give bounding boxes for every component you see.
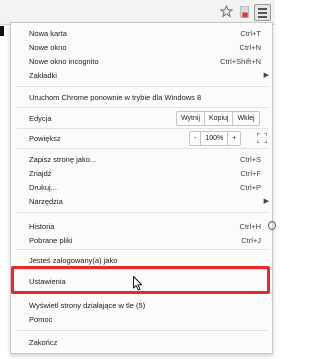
menu-item-relaunch-windows8[interactable]: Uruchom Chrome ponownie w trybie dla Win… [11, 90, 274, 104]
menu-item-print[interactable]: Drukuj... Ctrl+P [11, 180, 274, 194]
menu-item-label: Uruchom Chrome ponownie w trybie dla Win… [29, 92, 202, 102]
menu-item-shortcut: Ctrl+Shift+N [220, 56, 261, 66]
menu-item-label: Znajdź [29, 168, 52, 178]
zoom-in-button[interactable]: + [227, 132, 240, 145]
menu-item-label: Pomoc [29, 314, 53, 324]
menu-item-bookmarks[interactable]: Zakładki ▶ [11, 68, 274, 82]
zoom-control: - 100% + [189, 131, 242, 146]
menu-item-history[interactable]: Historia Ctrl+H [11, 219, 274, 233]
copy-button[interactable]: Kopiuj [204, 112, 232, 125]
menu-item-label: Jesteś zalogowany(a) jako [29, 255, 118, 265]
cut-button[interactable]: Wytnij [177, 112, 204, 125]
menu-item-signed-in-as: Jesteś zalogowany(a) jako [11, 253, 274, 267]
menu-item-new-incognito-window[interactable]: Nowe okno incognito Ctrl+Shift+N [11, 54, 274, 68]
mouse-cursor-icon [133, 276, 143, 293]
menu-item-label: Zakładki [29, 70, 57, 80]
menu-item-shortcut: Ctrl+T [240, 28, 261, 38]
menu-separator [17, 249, 269, 250]
menu-item-shortcut: Ctrl+F [240, 168, 261, 178]
page-edge [0, 26, 4, 36]
menu-item-label: Drukuj... [29, 182, 57, 192]
menu-item-shortcut: Ctrl+P [239, 182, 261, 192]
menu-separator [17, 86, 269, 87]
zoom-out-button[interactable]: - [190, 132, 200, 145]
menu-item-help[interactable]: Pomoc [11, 312, 274, 326]
menu-item-find[interactable]: Znajdź Ctrl+F [11, 166, 274, 180]
fullscreen-icon[interactable] [255, 131, 269, 144]
scrollbar-handle-icon [268, 221, 276, 230]
menu-item-label: Nowe okno [29, 42, 67, 52]
star-icon[interactable] [218, 3, 234, 20]
hamburger-menu-icon[interactable] [254, 4, 271, 21]
menu-item-shortcut: Ctrl+J [241, 235, 261, 245]
extension-icon[interactable] [236, 3, 252, 20]
menu-item-label: Wyświetl strony działające w tle (5) [29, 300, 146, 310]
menu-item-downloads[interactable]: Pobrane pliki Ctrl+J [11, 233, 274, 247]
menu-separator [17, 107, 269, 108]
menu-item-label: Pobrane pliki [29, 235, 73, 245]
menu-separator [17, 128, 269, 129]
menu-item-label: Zakończ [29, 337, 58, 347]
menu-item-background-pages[interactable]: Wyświetl strony działające w tle (5) [11, 298, 274, 312]
menu-item-new-tab[interactable]: Nowa karta Ctrl+T [11, 26, 274, 40]
menu-item-exit[interactable]: Zakończ [11, 335, 274, 349]
menu-item-label: Nowe okno incognito [29, 56, 99, 66]
menu-item-save-page[interactable]: Zapisz stronę jako... Ctrl+S [11, 152, 274, 166]
chrome-main-menu: Nowa karta Ctrl+T Nowe okno Ctrl+N Nowe … [10, 22, 273, 354]
menu-item-label: Edycja [29, 113, 52, 123]
edit-button-group: Wytnij Kopiuj Wklej [176, 111, 260, 126]
chevron-right-icon: ▶ [263, 72, 269, 79]
zoom-level: 100% [200, 132, 227, 145]
chevron-right-icon: ▶ [263, 198, 269, 205]
menu-separator [17, 148, 269, 149]
menu-item-label: Powiększ [29, 133, 61, 143]
menu-item-label: Zapisz stronę jako... [29, 154, 97, 164]
menu-item-shortcut: Ctrl+N [239, 42, 261, 52]
menu-item-label: Narzędzia [29, 196, 63, 206]
menu-item-tools[interactable]: Narzędzia ▶ [11, 194, 274, 208]
menu-item-shortcut: Ctrl+S [239, 154, 261, 164]
menu-separator [17, 330, 269, 331]
menu-item-label: Nowa karta [29, 28, 67, 38]
paste-button[interactable]: Wklej [232, 112, 258, 125]
menu-separator [17, 212, 269, 213]
menu-item-new-window[interactable]: Nowe okno Ctrl+N [11, 40, 274, 54]
menu-item-label: Historia [29, 221, 55, 231]
menu-item-shortcut: Ctrl+H [239, 221, 261, 231]
